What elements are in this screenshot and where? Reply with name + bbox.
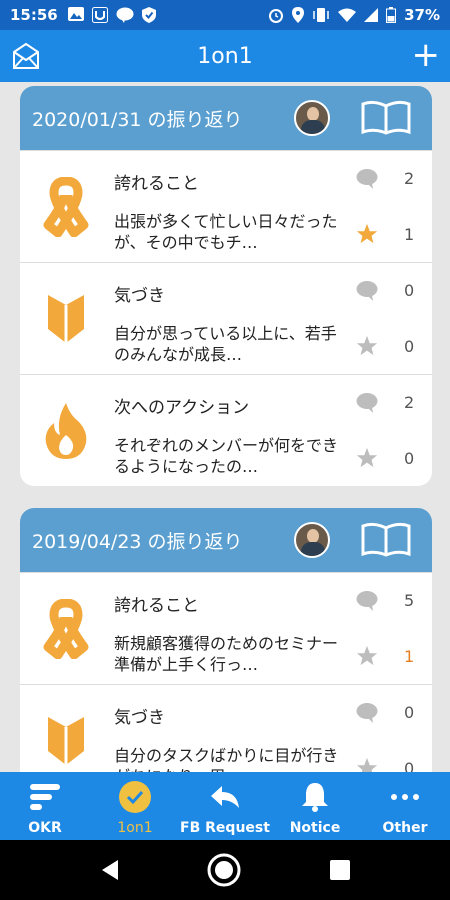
nav-notice[interactable]: Notice: [270, 772, 360, 840]
status-time: 15:56: [10, 6, 58, 24]
signal-icon: [364, 8, 379, 22]
comment-count: 2: [404, 393, 415, 412]
line-chat-icon: [116, 7, 134, 23]
comment-icon[interactable]: [356, 393, 378, 413]
comment-icon[interactable]: [356, 591, 378, 611]
wifi-icon: [338, 8, 357, 22]
row-title: 誇れること: [114, 174, 199, 194]
beginner-mark-icon: [48, 717, 84, 765]
ribbon-icon: [43, 177, 89, 237]
comment-count: 0: [404, 281, 415, 300]
review-card[interactable]: 2020/01/31 の振り返り 誇れること 出張が多くて忙しい日々だったが、そ…: [20, 86, 432, 486]
app-bar: 1on1 +: [0, 30, 450, 82]
card-title: 2019/04/23 の振り返り: [32, 530, 243, 553]
alarm-icon: [269, 9, 284, 23]
comment-count: 2: [404, 169, 415, 188]
list-item[interactable]: 誇れること 出張が多くて忙しい日々だったが、その中でもチ… 2 1: [20, 150, 432, 262]
list-item[interactable]: 気づき 自分が思っている以上に、若手のみんなが成長… 0 0: [20, 262, 432, 374]
vibrate-icon: [313, 8, 329, 22]
add-button[interactable]: +: [412, 38, 441, 72]
nav-label: FB Request: [180, 820, 270, 836]
mail-icon[interactable]: [12, 42, 40, 70]
nav-fb-request[interactable]: FB Request: [180, 772, 270, 840]
card-header[interactable]: 2019/04/23 の振り返り: [20, 508, 432, 572]
battery-percent: 37%: [404, 6, 440, 24]
list-item[interactable]: 気づき 自分のタスクばかりに目が行きがちになり、周… 0 0: [20, 684, 432, 772]
bottom-nav: OKR 1on1 FB Request Notice Other: [0, 772, 450, 840]
ribbon-icon: [43, 599, 89, 659]
beginner-mark-icon: [48, 295, 84, 343]
comment-icon[interactable]: [356, 281, 378, 301]
check-circle-icon: [119, 781, 151, 813]
row-text: 自分のタスクばかりに目が行きがちになり、周…: [114, 746, 339, 772]
star-icon[interactable]: [356, 447, 378, 469]
star-icon[interactable]: [356, 335, 378, 357]
row-text: それぞれのメンバーが何をできるようになったの…: [114, 436, 339, 476]
like-count: 0: [404, 337, 415, 356]
card-title: 2020/01/31 の振り返り: [32, 108, 243, 131]
like-count: 0: [404, 759, 415, 772]
flame-icon: [45, 403, 87, 459]
like-count: 1: [404, 225, 415, 244]
comment-icon[interactable]: [356, 703, 378, 723]
more-icon: [391, 794, 419, 800]
shield-icon: [141, 7, 156, 23]
recent-apps-icon[interactable]: [330, 860, 350, 880]
bell-icon: [302, 783, 328, 812]
review-list[interactable]: 2020/01/31 の振り返り 誇れること 出張が多くて忙しい日々だったが、そ…: [0, 82, 450, 772]
image-icon: [67, 7, 84, 21]
reply-icon: [211, 786, 239, 808]
back-icon[interactable]: [98, 858, 122, 882]
list-item[interactable]: 誇れること 新規顧客獲得のためのセミナー準備が上手く行っ… 5 1: [20, 572, 432, 684]
star-icon[interactable]: [356, 757, 378, 772]
home-icon[interactable]: [206, 852, 242, 888]
status-bar: 15:56 37%: [0, 0, 450, 30]
okr-icon: [30, 784, 60, 810]
row-text: 自分が思っている以上に、若手のみんなが成長…: [114, 324, 337, 364]
like-count: 0: [404, 449, 415, 468]
nav-label: OKR: [28, 820, 62, 836]
card-header[interactable]: 2020/01/31 の振り返り: [20, 86, 432, 150]
nav-label: Notice: [289, 820, 341, 836]
location-icon: [292, 7, 305, 23]
row-title: 気づき: [114, 286, 165, 306]
row-title: 次へのアクション: [114, 398, 250, 418]
system-nav: [0, 840, 450, 900]
page-title: 1on1: [197, 43, 253, 69]
list-item[interactable]: 次へのアクション それぞれのメンバーが何をできるようになったの… 2 0: [20, 374, 432, 486]
row-text: 新規顧客獲得のためのセミナー準備が上手く行っ…: [114, 634, 339, 674]
avatar: [294, 522, 330, 558]
comment-icon[interactable]: [356, 169, 378, 189]
star-icon[interactable]: [356, 223, 378, 245]
row-title: 気づき: [114, 708, 165, 728]
row-title: 誇れること: [114, 596, 199, 616]
nav-label: Other: [382, 820, 428, 836]
comment-count: 5: [404, 591, 415, 610]
nav-1on1[interactable]: 1on1: [90, 772, 180, 840]
nav-okr[interactable]: OKR: [0, 772, 90, 840]
nav-other[interactable]: Other: [360, 772, 450, 840]
like-count: 1: [404, 647, 415, 666]
book-icon[interactable]: [360, 100, 412, 136]
u-app-icon: [91, 7, 108, 23]
nav-label: 1on1: [117, 820, 153, 836]
comment-count: 0: [404, 703, 415, 722]
row-text: 出張が多くて忙しい日々だったが、その中でもチ…: [114, 212, 338, 252]
book-icon[interactable]: [360, 522, 412, 558]
review-card[interactable]: 2019/04/23 の振り返り 誇れること 新規顧客獲得のためのセミナー準備が…: [20, 508, 432, 772]
avatar: [294, 100, 330, 136]
star-icon[interactable]: [356, 645, 378, 667]
battery-icon: [386, 7, 397, 23]
